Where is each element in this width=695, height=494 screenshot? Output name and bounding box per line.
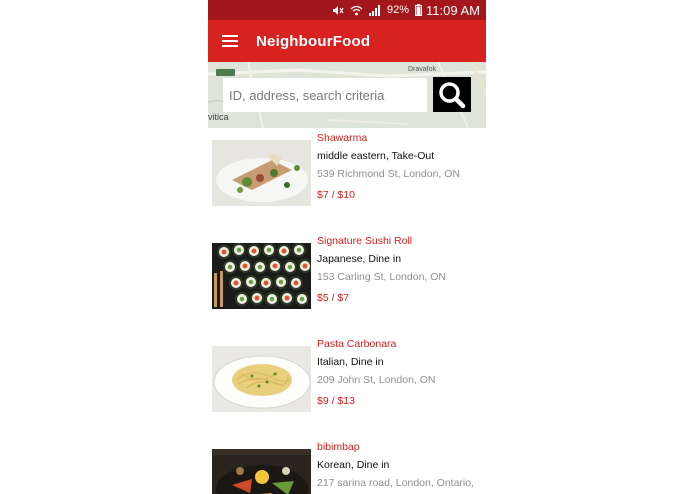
phone-screen: 92% 11:09 AM NeighbourFood Dravafok viti… bbox=[208, 0, 486, 494]
wifi-icon bbox=[350, 5, 363, 16]
sushi-thumbnail bbox=[212, 243, 311, 309]
listing-cuisine: Japanese, Dine in bbox=[317, 253, 402, 265]
map-background: Dravafok vitica bbox=[208, 62, 486, 128]
listing-address: 209 John St, London, ON bbox=[317, 374, 436, 386]
list-item[interactable]: bibimbap Korean, Dine in 217 sarina road… bbox=[208, 437, 486, 494]
list-item[interactable]: Signature Sushi Roll Japanese, Dine in 1… bbox=[208, 231, 486, 311]
listing-cuisine: Italian, Dine in bbox=[317, 356, 384, 368]
bibimbap-thumbnail bbox=[212, 449, 311, 494]
status-bar: 92% 11:09 AM bbox=[208, 0, 486, 20]
listing-cuisine: Korean, Dine in bbox=[317, 459, 390, 471]
listing-info: bibimbap Korean, Dine in 217 sarina road… bbox=[317, 440, 485, 494]
app-bar: NeighbourFood bbox=[208, 20, 486, 62]
listing-address: 539 Richmond St, London, ON bbox=[317, 168, 461, 180]
pasta-thumbnail bbox=[212, 346, 311, 412]
listing-price: $7 / $10 bbox=[317, 189, 355, 201]
shawarma-thumbnail bbox=[212, 140, 311, 206]
search-button[interactable] bbox=[433, 77, 471, 112]
magnifier-icon bbox=[439, 81, 466, 108]
listing-cuisine: middle eastern, Take-Out bbox=[317, 150, 435, 162]
listing-name[interactable]: Shawarma bbox=[317, 131, 485, 149]
map-label: vitica bbox=[208, 112, 229, 122]
list-item[interactable]: Pasta Carbonara Italian, Dine in 209 Joh… bbox=[208, 334, 486, 414]
mute-icon bbox=[332, 5, 344, 16]
map-label: Dravafok bbox=[408, 66, 437, 73]
listing-price: $9 / $13 bbox=[317, 395, 355, 407]
signal-icon bbox=[369, 4, 381, 16]
battery-percent: 92% bbox=[387, 4, 410, 16]
hamburger-menu-icon[interactable] bbox=[222, 35, 238, 47]
search-input[interactable] bbox=[223, 78, 427, 112]
listing-name[interactable]: Pasta Carbonara bbox=[317, 337, 485, 355]
listing-address: 217 sarina road, London, Ontario, bbox=[317, 477, 475, 489]
listing-info: Shawarma middle eastern, Take-Out 539 Ri… bbox=[317, 131, 485, 203]
list-item[interactable]: Shawarma middle eastern, Take-Out 539 Ri… bbox=[208, 128, 486, 208]
listing-address: 153 Carling St, London, ON bbox=[317, 271, 446, 283]
battery-icon bbox=[415, 4, 423, 16]
app-title: NeighbourFood bbox=[256, 32, 371, 50]
listing-info: Signature Sushi Roll Japanese, Dine in 1… bbox=[317, 234, 485, 306]
listing-name[interactable]: bibimbap bbox=[317, 440, 485, 458]
listing-info: Pasta Carbonara Italian, Dine in 209 Joh… bbox=[317, 337, 485, 409]
listing-name[interactable]: Signature Sushi Roll bbox=[317, 234, 485, 252]
listing-price: $5 / $7 bbox=[317, 292, 350, 304]
clock: 11:09 AM bbox=[426, 2, 480, 18]
